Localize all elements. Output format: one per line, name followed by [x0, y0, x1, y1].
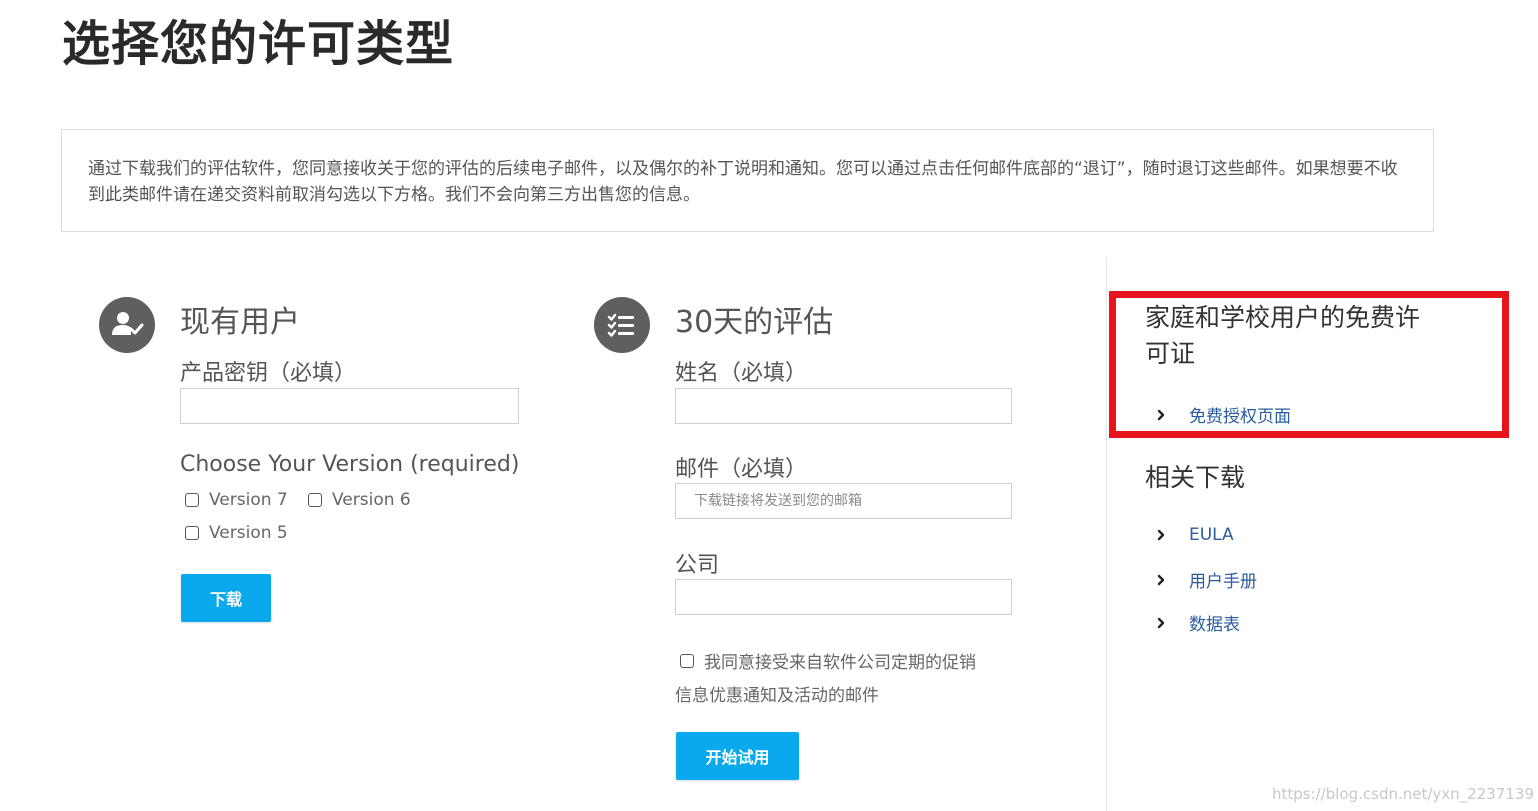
start-trial-button[interactable]: 开始试用 [676, 732, 799, 780]
chevron-right-icon [1148, 529, 1174, 541]
checklist-icon [594, 297, 650, 353]
version-label: Choose Your Version (required) [180, 452, 520, 477]
download-link-datasheet[interactable]: 数据表 [1148, 610, 1240, 635]
email-label: 邮件（必填） [675, 457, 808, 482]
company-input[interactable] [675, 579, 1012, 615]
version-5-checkbox[interactable] [185, 526, 199, 540]
version-7-label: Version 7 [209, 490, 288, 510]
version-6-option[interactable]: Version 6 [308, 490, 411, 510]
email-input[interactable] [675, 483, 1012, 519]
user-check-icon [99, 297, 155, 353]
consent-checkbox[interactable] [680, 653, 694, 668]
version-5-option[interactable]: Version 5 [185, 523, 288, 543]
consent-label-line2: 信息优惠通知及活动的邮件 [675, 686, 879, 706]
version-7-checkbox[interactable] [185, 493, 199, 507]
trial-title: 30天的评估 [675, 305, 834, 340]
chevron-right-icon [1148, 617, 1174, 629]
evaluation-notice: 通过下载我们的评估软件，您同意接收关于您的评估的后续电子邮件，以及偶尔的补丁说明… [61, 129, 1434, 232]
download-link-eula-label: EULA [1189, 525, 1234, 545]
download-link-manual[interactable]: 用户手册 [1148, 567, 1257, 592]
version-6-checkbox[interactable] [308, 493, 322, 507]
company-label: 公司 [675, 553, 720, 578]
consent-option[interactable]: 我同意接受来自软件公司定期的促销 [680, 648, 976, 673]
consent-label-line1: 我同意接受来自软件公司定期的促销 [704, 653, 976, 673]
product-key-input[interactable] [180, 388, 519, 424]
highlight-box [1109, 291, 1509, 438]
download-button[interactable]: 下载 [181, 574, 271, 622]
product-key-label: 产品密钥（必填） [180, 361, 357, 386]
existing-user-title: 现有用户 [180, 305, 300, 340]
chevron-right-icon [1148, 574, 1174, 586]
version-7-option[interactable]: Version 7 [185, 490, 288, 510]
related-downloads-title: 相关下载 [1145, 463, 1246, 492]
name-label: 姓名（必填） [675, 361, 808, 386]
version-5-label: Version 5 [209, 523, 288, 543]
version-6-label: Version 6 [332, 490, 411, 510]
download-link-datasheet-label: 数据表 [1189, 615, 1240, 635]
download-link-eula[interactable]: EULA [1148, 525, 1234, 545]
download-link-manual-label: 用户手册 [1189, 572, 1257, 592]
watermark: https://blog.csdn.net/yxn_2237139 [1271, 785, 1534, 803]
name-input[interactable] [675, 388, 1012, 424]
page-title: 选择您的许可类型 [62, 16, 455, 72]
sidebar-divider [1106, 258, 1107, 811]
